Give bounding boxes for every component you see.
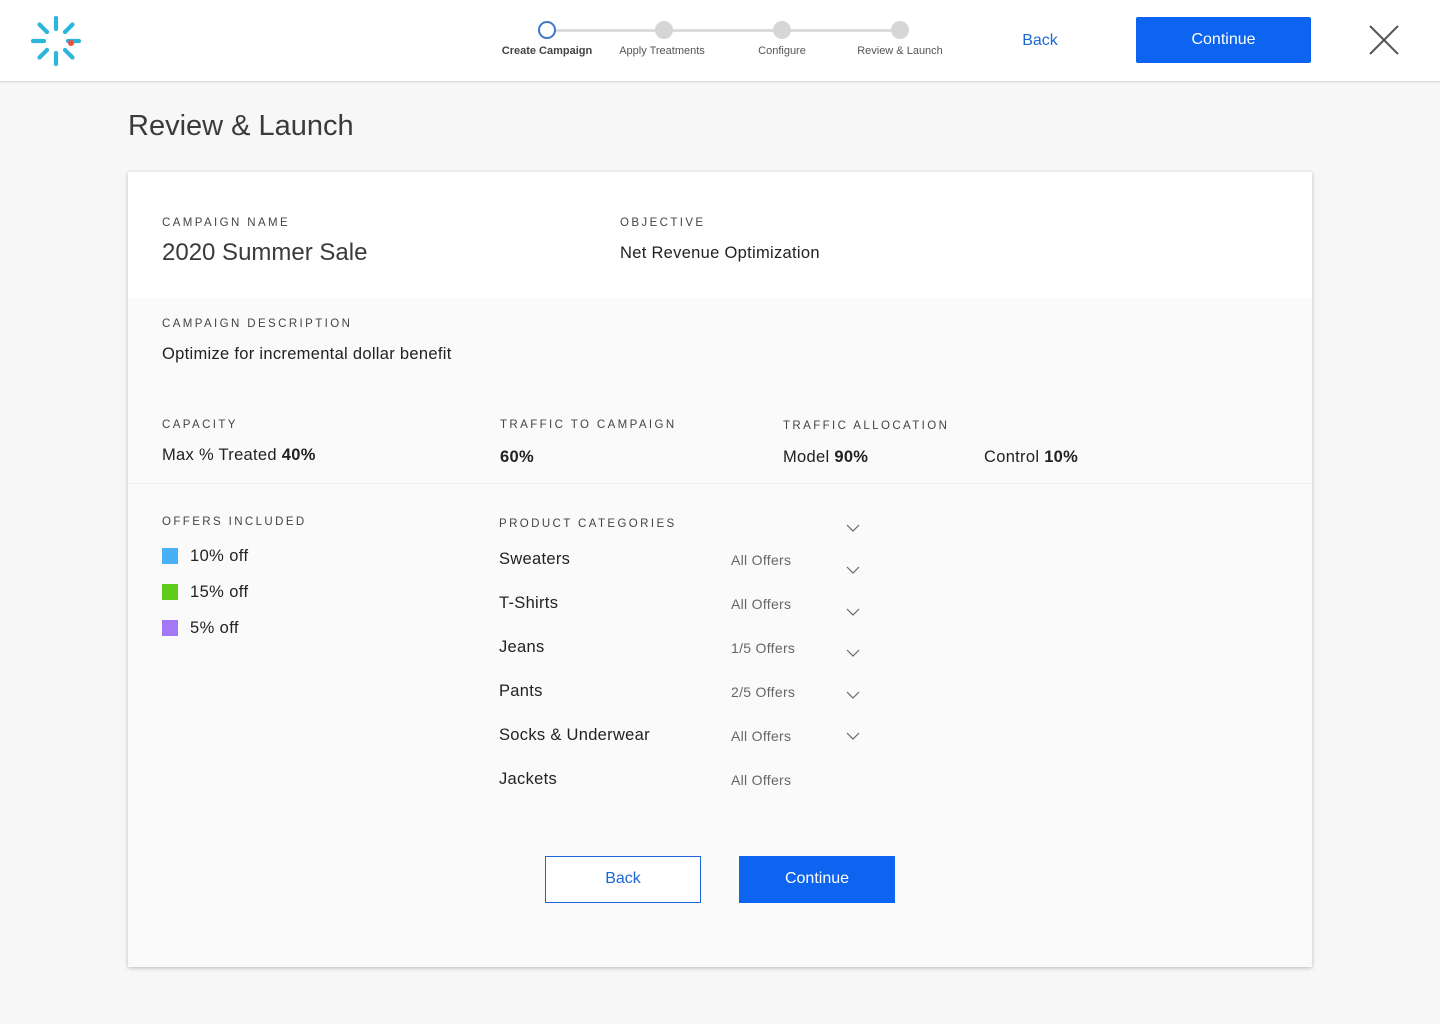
category-offers-count: All Offers [731, 596, 792, 612]
campaign-description-label: CAMPAIGN DESCRIPTION [162, 318, 353, 330]
control-text: Control [984, 448, 1040, 466]
category-offers-count: 1/5 Offers [731, 640, 796, 656]
traffic-percent: 60% [500, 448, 534, 466]
close-icon[interactable] [1366, 22, 1402, 58]
back-button[interactable]: Back [545, 856, 701, 903]
capacity-label: CAPACITY [162, 419, 238, 431]
page-title: Review & Launch [128, 110, 354, 142]
step-dot-review-launch[interactable] [891, 21, 909, 39]
category-name: Socks & Underwear [499, 726, 650, 744]
card-header-section [128, 172, 1312, 298]
category-name: Jackets [499, 770, 558, 788]
objective-value: Net Revenue Optimization [620, 244, 820, 262]
brand-logo-icon[interactable] [30, 15, 82, 67]
product-categories-label: PRODUCT CATEGORIES [499, 518, 677, 530]
category-name: Pants [499, 682, 543, 700]
model-percent: 90% [834, 448, 869, 466]
category-offers-count: All Offers [731, 728, 792, 744]
stepper-track [547, 29, 901, 32]
offer-item: 15% off [162, 582, 248, 602]
campaign-description-value: Optimize for incremental dollar benefit [162, 345, 452, 363]
traffic-to-campaign-label: TRAFFIC TO CAMPAIGN [500, 419, 677, 431]
offers-included-label: OFFERS INCLUDED [162, 516, 307, 528]
section-divider [128, 483, 1312, 484]
category-offers-count: All Offers [731, 552, 792, 568]
chevron-down-icon[interactable] [846, 649, 860, 657]
chevron-down-icon[interactable] [846, 566, 860, 574]
offer-label: 10% off [190, 546, 249, 565]
traffic-allocation-label: TRAFFIC ALLOCATION [783, 420, 950, 432]
offer-color-swatch [162, 620, 178, 636]
capacity-text: Max % Treated [162, 446, 277, 464]
step-label-apply-treatments[interactable]: Apply Treatments [592, 45, 732, 57]
model-text: Model [783, 448, 830, 466]
category-name: Jeans [499, 638, 545, 656]
traffic-to-campaign-value: 60% [500, 448, 534, 467]
chevron-down-icon[interactable] [846, 608, 860, 616]
chevron-down-icon[interactable] [846, 732, 860, 740]
model-allocation: Model 90% [783, 448, 868, 467]
category-name: T-Shirts [499, 594, 559, 612]
step-dot-configure[interactable] [773, 21, 791, 39]
capacity-percent: 40% [281, 446, 316, 464]
offer-label: 5% off [190, 618, 239, 637]
chevron-down-icon[interactable] [846, 524, 860, 532]
header-back-button[interactable]: Back [1000, 22, 1080, 60]
campaign-name-value: 2020 Summer Sale [162, 239, 368, 266]
capacity-value: Max % Treated 40% [162, 446, 316, 465]
category-offers-count: All Offers [731, 772, 792, 788]
offer-color-swatch [162, 548, 178, 564]
control-percent: 10% [1044, 448, 1079, 466]
control-allocation: Control 10% [984, 448, 1078, 467]
category-offers-count: 2/5 Offers [731, 684, 796, 700]
offer-label: 15% off [190, 582, 249, 601]
header-continue-button[interactable]: Continue [1136, 17, 1311, 63]
offer-item: 10% off [162, 546, 248, 566]
progress-stepper: Create Campaign Apply Treatments Configu… [490, 18, 960, 68]
step-dot-apply-treatments[interactable] [655, 21, 673, 39]
step-dot-create-campaign[interactable] [538, 21, 556, 39]
offer-color-swatch [162, 584, 178, 600]
chevron-down-icon[interactable] [846, 691, 860, 699]
review-card: CAMPAIGN NAME 2020 Summer Sale OBJECTIVE… [128, 172, 1312, 967]
offer-item: 5% off [162, 618, 239, 638]
continue-button[interactable]: Continue [739, 856, 895, 903]
campaign-name-label: CAMPAIGN NAME [162, 217, 291, 229]
category-name: Sweaters [499, 550, 571, 568]
step-label-review-launch[interactable]: Review & Launch [830, 45, 970, 57]
objective-label: OBJECTIVE [620, 217, 706, 229]
top-bar: Create Campaign Apply Treatments Configu… [0, 0, 1440, 82]
